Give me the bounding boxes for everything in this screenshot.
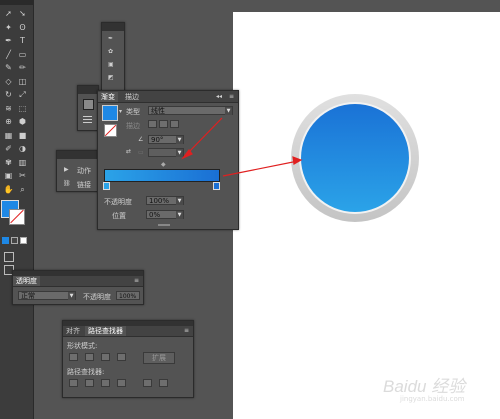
watermark-url: jingyan.baidu.com [400,395,465,403]
annotation-arrows [181,117,303,177]
arrow-to-angle [185,117,223,156]
arrow-to-circle [222,160,299,177]
watermark: Baidu 经验 [383,377,466,396]
